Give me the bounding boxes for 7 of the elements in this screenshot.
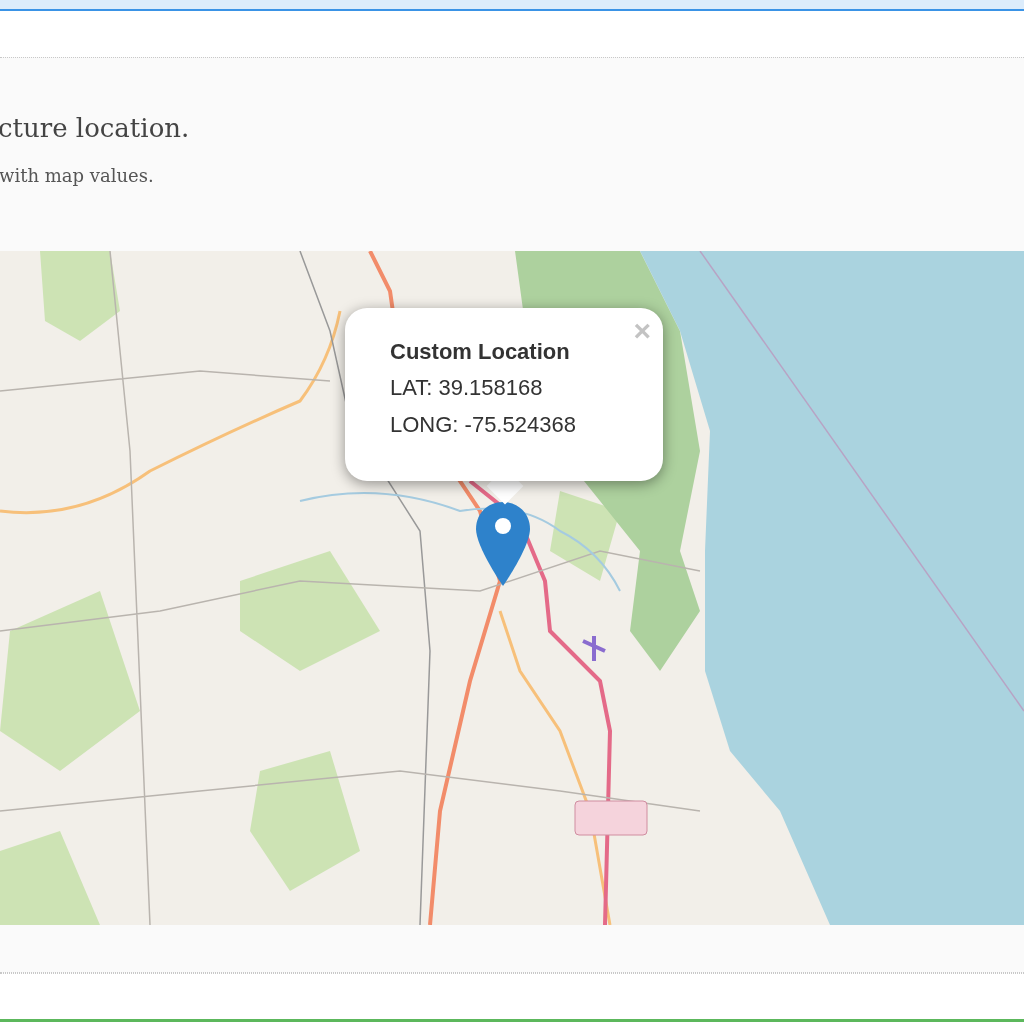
coordinate-text: LAT: 39.158168	[390, 374, 543, 402]
section-subtitle: with map values.	[0, 164, 154, 188]
section-heading: cture location.	[0, 112, 190, 145]
map-marker-icon[interactable]	[476, 502, 530, 586]
coordinate-text: LONG: -75.524368	[390, 411, 576, 439]
close-button[interactable]: ×	[633, 316, 651, 346]
popup-title: Custom Location	[390, 338, 570, 366]
